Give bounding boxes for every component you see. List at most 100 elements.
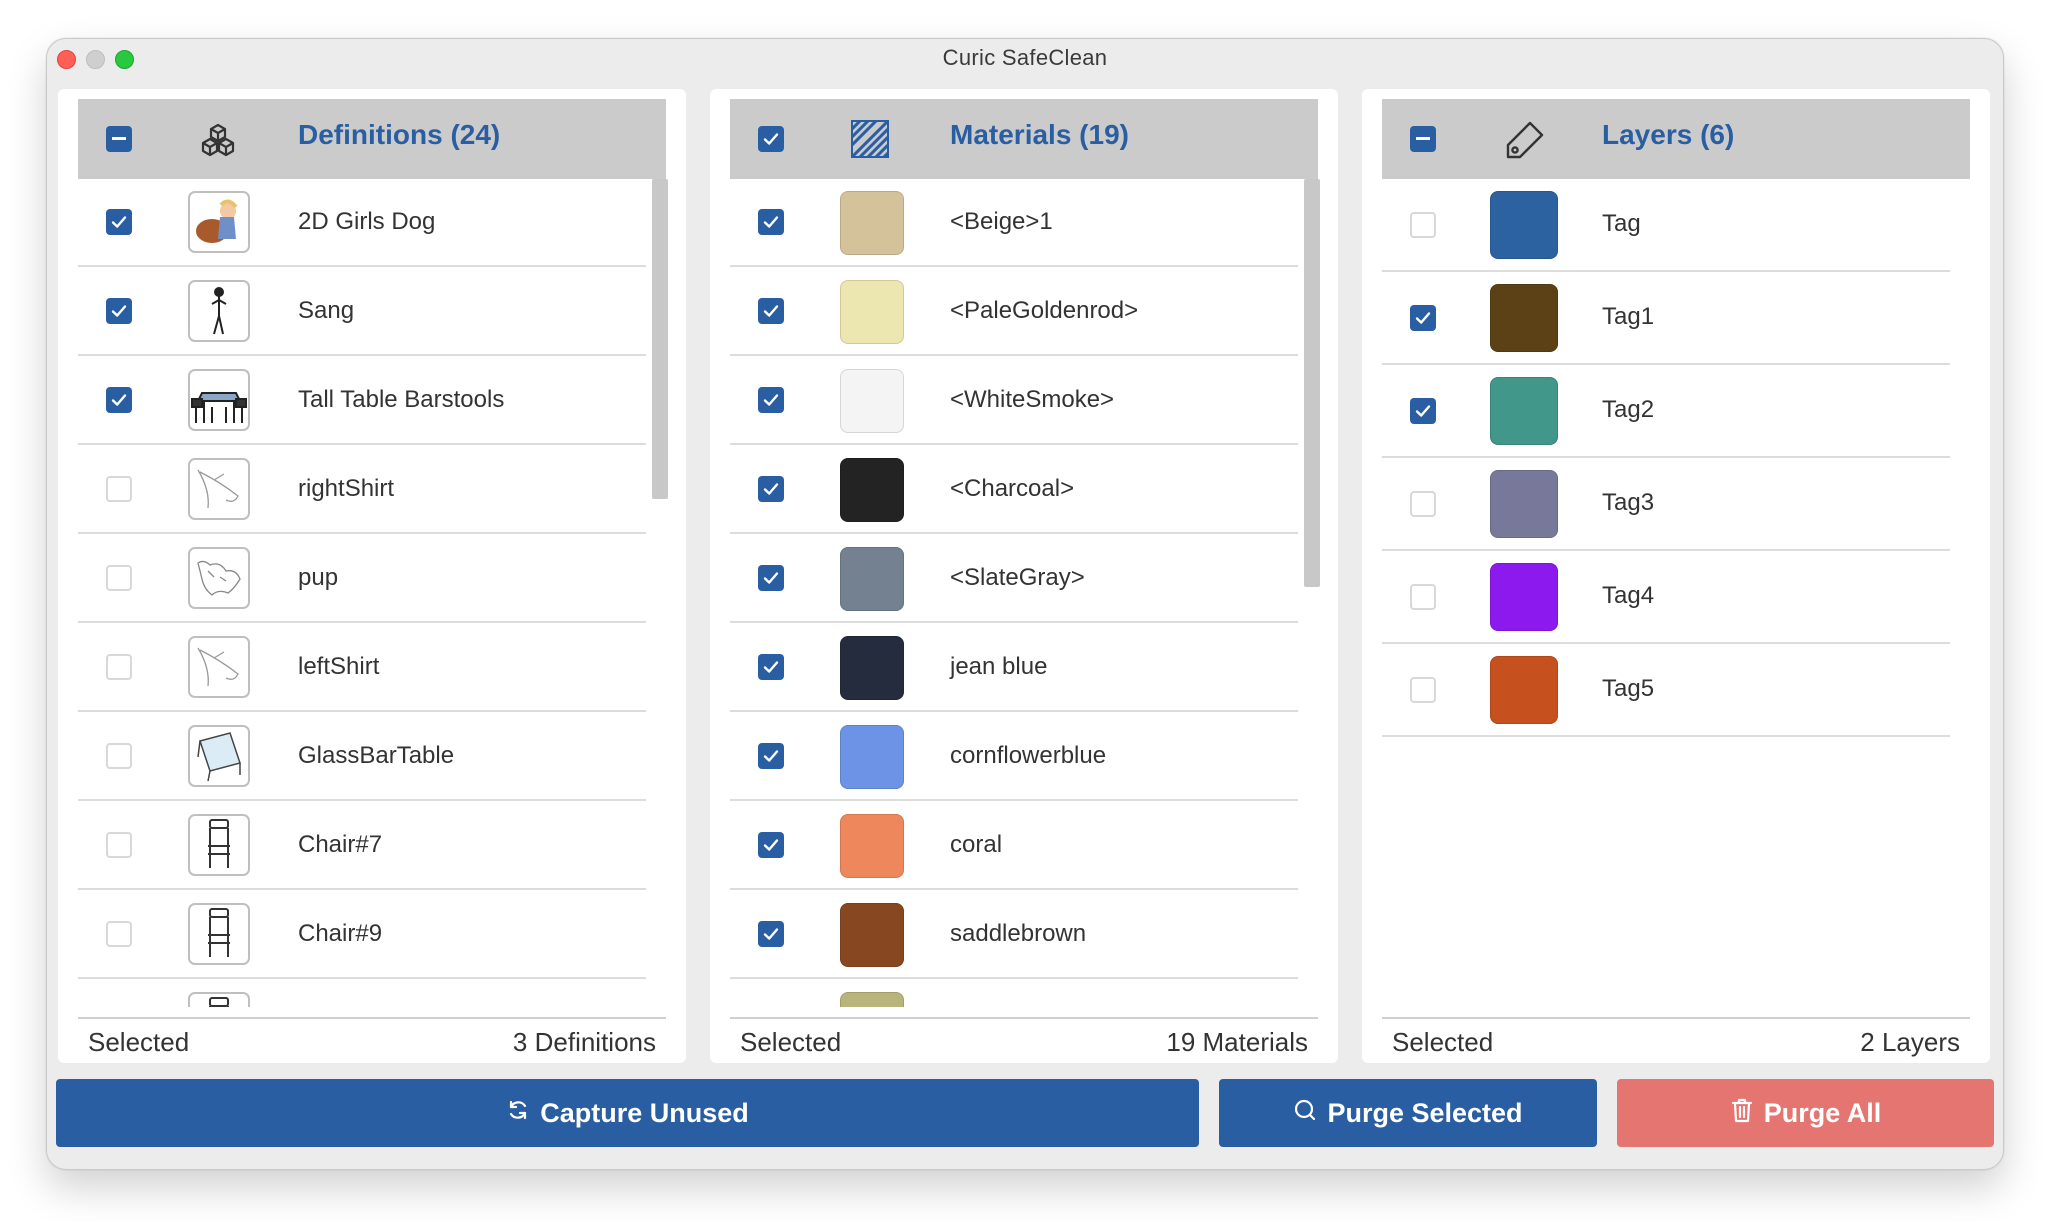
tag-icon	[1502, 119, 1544, 159]
layers-header: Layers (6)	[1382, 99, 1970, 179]
material-row-checkbox[interactable]	[758, 476, 784, 502]
definition-row-label: Chair#9	[298, 920, 383, 947]
layer-color-swatch	[1490, 284, 1558, 352]
material-row-checkbox[interactable]	[758, 743, 784, 769]
material-color-swatch	[840, 191, 904, 255]
definitions-selected-label: Selected	[88, 1027, 190, 1057]
definition-row-label: pup	[298, 564, 339, 591]
dog-icon	[188, 547, 250, 609]
material-row[interactable]: <Beige>1	[730, 179, 1298, 267]
material-row-checkbox[interactable]	[758, 654, 784, 680]
material-row[interactable]: <WhiteSmoke>	[730, 357, 1298, 445]
layer-row-label: Tag2	[1602, 396, 1655, 423]
material-row[interactable]: coral	[730, 802, 1298, 890]
layer-row-checkbox[interactable]	[1410, 398, 1436, 424]
definition-row-checkbox[interactable]	[106, 921, 132, 947]
purge-selected-label: Purge Selected	[1327, 1097, 1523, 1128]
layer-color-swatch	[1490, 470, 1558, 538]
layer-color-swatch	[1490, 191, 1558, 259]
definition-row[interactable]	[78, 980, 646, 1007]
definition-row-checkbox[interactable]	[106, 298, 132, 324]
layer-row-checkbox[interactable]	[1410, 491, 1436, 517]
shirt-icon	[188, 458, 250, 520]
purge-all-button[interactable]: Purge All	[1617, 1079, 1994, 1147]
material-row[interactable]: <SlateGray>	[730, 535, 1298, 623]
materials-scrollbar[interactable]	[1304, 179, 1320, 587]
definition-row[interactable]: leftShirt	[78, 624, 646, 712]
layer-row[interactable]: Tag4	[1382, 551, 1950, 644]
definition-row-checkbox[interactable]	[106, 476, 132, 502]
shirt-icon	[188, 636, 250, 698]
definitions-panel: Definitions (24) 2D Girls Dog Sang Tall Ta…	[58, 89, 686, 1063]
definitions-select-all-checkbox[interactable]	[106, 126, 132, 152]
definitions-scrollbar[interactable]	[652, 179, 668, 499]
definitions-list[interactable]: 2D Girls Dog Sang Tall Table Barstools righ…	[78, 179, 646, 1007]
layer-row[interactable]: Tag2	[1382, 365, 1950, 458]
layer-row-label: Tag1	[1602, 303, 1655, 330]
layers-footer: Selected 2 Layers	[1382, 1017, 1970, 1059]
definition-row-label: Chair#7	[298, 831, 383, 858]
layer-row-checkbox[interactable]	[1410, 584, 1436, 610]
materials-select-all-checkbox[interactable]	[758, 126, 784, 152]
definition-row[interactable]: Tall Table Barstools	[78, 357, 646, 445]
material-row-label: saddlebrown	[950, 920, 1087, 947]
definition-row[interactable]: Chair#9	[78, 891, 646, 979]
material-row-label: <Beige>1	[950, 208, 1053, 235]
layer-row-checkbox[interactable]	[1410, 677, 1436, 703]
capture-unused-button[interactable]: Capture Unused	[56, 1079, 1199, 1147]
search-icon	[1293, 1098, 1317, 1129]
material-row-checkbox[interactable]	[758, 387, 784, 413]
material-row-label: <PaleGoldenrod>	[950, 297, 1139, 324]
definition-row[interactable]: pup	[78, 535, 646, 623]
definition-row[interactable]: GlassBarTable	[78, 713, 646, 801]
definition-row-checkbox[interactable]	[106, 654, 132, 680]
definition-row-checkbox[interactable]	[106, 743, 132, 769]
material-row[interactable]	[730, 980, 1298, 1007]
trash-icon	[1730, 1097, 1754, 1130]
definitions-footer: Selected 3 Definitions	[78, 1017, 666, 1059]
material-row[interactable]: <PaleGoldenrod>	[730, 268, 1298, 356]
definition-row[interactable]: Sang	[78, 268, 646, 356]
material-row[interactable]: <Charcoal>	[730, 446, 1298, 534]
layer-row[interactable]: Tag1	[1382, 272, 1950, 365]
material-row-checkbox[interactable]	[758, 298, 784, 324]
definition-row[interactable]: 2D Girls Dog	[78, 179, 646, 267]
layers-panel: Layers (6) Tag Tag1 Tag2 Tag3 Tag4 Tag5 Selec…	[1362, 89, 1990, 1063]
layer-row-checkbox[interactable]	[1410, 212, 1436, 238]
components-icon	[198, 119, 238, 159]
material-row[interactable]: jean blue	[730, 624, 1298, 712]
title-bar: Curic SafeClean	[47, 39, 2003, 75]
table-stools-icon	[188, 369, 250, 431]
layer-row-label: Tag	[1602, 210, 1641, 237]
layer-row[interactable]: Tag5	[1382, 644, 1950, 737]
purge-all-label: Purge All	[1763, 1097, 1882, 1128]
definitions-selected-count: 3 Definitions	[512, 1027, 656, 1057]
material-color-swatch	[840, 725, 904, 789]
material-row-checkbox[interactable]	[758, 209, 784, 235]
material-row-checkbox[interactable]	[758, 921, 784, 947]
material-row-checkbox[interactable]	[758, 565, 784, 591]
layers-list[interactable]: Tag Tag1 Tag2 Tag3 Tag4 Tag5	[1382, 179, 1950, 1007]
layer-row-checkbox[interactable]	[1410, 305, 1436, 331]
definition-row-checkbox[interactable]	[106, 209, 132, 235]
material-row-label: jean blue	[950, 653, 1048, 680]
glass-table-icon	[188, 725, 250, 787]
definition-row-checkbox[interactable]	[106, 565, 132, 591]
layer-row[interactable]: Tag	[1382, 179, 1950, 272]
materials-list[interactable]: <Beige>1 <PaleGoldenrod> <WhiteSmoke> <Char…	[730, 179, 1298, 1007]
definition-row[interactable]: rightShirt	[78, 446, 646, 534]
layers-selected-count: 2 Layers	[1860, 1027, 1960, 1057]
layer-row[interactable]: Tag3	[1382, 458, 1950, 551]
layers-select-all-checkbox[interactable]	[1410, 126, 1436, 152]
material-row-checkbox[interactable]	[758, 832, 784, 858]
material-row[interactable]: saddlebrown	[730, 891, 1298, 979]
materials-header: Materials (19)	[730, 99, 1318, 179]
layers-selected-label: Selected	[1392, 1027, 1494, 1057]
definition-row-checkbox[interactable]	[106, 387, 132, 413]
definition-row-label: leftShirt	[298, 653, 380, 680]
material-row-label: <SlateGray>	[950, 564, 1085, 591]
definition-row[interactable]: Chair#7	[78, 802, 646, 890]
purge-selected-button[interactable]: Purge Selected	[1219, 1079, 1597, 1147]
material-row[interactable]: cornflowerblue	[730, 713, 1298, 801]
definition-row-checkbox[interactable]	[106, 832, 132, 858]
